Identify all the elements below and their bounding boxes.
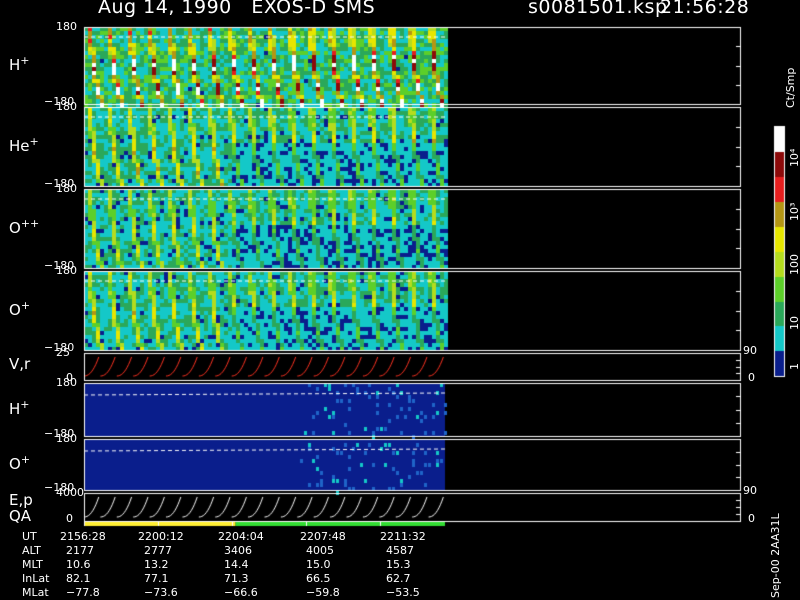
ephem-value: 2177 — [66, 544, 94, 557]
ephem-row-ut: UT 2156:28 2200:12 2204:04 2207:48 2211:32 — [0, 530, 470, 544]
ephem-label: MLat — [22, 586, 49, 599]
panel-ymax-7: 4000 — [56, 486, 84, 499]
spectrogram-canvas — [0, 0, 800, 600]
ephem-value: 82.1 — [66, 572, 91, 585]
panel-ymax-3: 180 — [56, 264, 77, 277]
ephem-value: 3406 — [224, 544, 252, 557]
ephem-value: 10.6 — [66, 558, 91, 571]
ephem-label: UT — [22, 530, 37, 543]
ephem-value: 77.1 — [144, 572, 169, 585]
ephem-label: ALT — [22, 544, 41, 557]
panel-label-0: H+ — [9, 53, 30, 74]
panel-ymax-2: 180 — [56, 182, 77, 195]
ephem-value: 4587 — [386, 544, 414, 557]
panel-label-6: O+ — [9, 452, 31, 473]
ephem-value: 15.3 — [386, 558, 411, 571]
ephem-value: 13.2 — [144, 558, 169, 571]
ephem-value: 2204:04 — [218, 530, 264, 543]
side-label: Sep-00 2AA31L — [769, 513, 782, 598]
panel-label-5: H+ — [9, 397, 30, 418]
ephem-value: 2211:32 — [380, 530, 426, 543]
panel-ymax-6: 180 — [56, 432, 77, 445]
panel-label-3: O+ — [9, 298, 31, 319]
colorbar-label-4: 1 — [788, 363, 800, 370]
ephem-value: 71.3 — [224, 572, 249, 585]
panel-ymax-5: 180 — [56, 376, 77, 389]
ephem-row-mlat: MLat −77.8 −73.6 −66.6 −59.8 −53.5 — [0, 586, 470, 600]
header-title: Aug 14, 1990 EXOS-D SMS — [98, 0, 376, 18]
ephem-row-mlt: MLT 10.6 13.2 14.4 15.0 15.3 — [0, 558, 470, 572]
ephem-value: 4005 — [306, 544, 334, 557]
panel-rmax-7: 90 — [743, 484, 757, 497]
ephem-value: 2156:28 — [60, 530, 106, 543]
ephem-value: −77.8 — [66, 586, 100, 599]
ephem-row-inlat: InLat 82.1 77.1 71.3 66.5 62.7 — [0, 572, 470, 586]
ephem-value: 2200:12 — [138, 530, 184, 543]
colorbar-label-1: 10³ — [788, 202, 800, 221]
ephem-label: MLT — [22, 558, 43, 571]
header-time: 21:56:28 — [660, 0, 750, 18]
ephem-value: 62.7 — [386, 572, 411, 585]
ephem-value: 15.0 — [306, 558, 331, 571]
ephem-value: −66.6 — [224, 586, 258, 599]
panel-ymin-7: 0 — [66, 512, 73, 525]
header-file: s0081501.ksp — [528, 0, 668, 18]
colorbar-unit: Ct/Smp — [784, 67, 797, 108]
ephem-value: −53.5 — [386, 586, 420, 599]
ephem-row-alt: ALT 2177 2777 3406 4005 4587 — [0, 544, 470, 558]
panel-rmin-7: 0 — [748, 512, 755, 525]
colorbar-label-2: 100 — [788, 254, 800, 276]
panel-label-7-qa: QA — [9, 507, 32, 525]
panel-ymax-0: 180 — [56, 20, 77, 33]
ephem-value: 2207:48 — [300, 530, 346, 543]
ephem-value: −59.8 — [306, 586, 340, 599]
panel-label-2: O++ — [9, 216, 40, 237]
panel-label-4: V,r — [9, 354, 31, 373]
ephem-value: 66.5 — [306, 572, 331, 585]
colorbar-label-0: 10⁴ — [788, 148, 800, 167]
panel-ymax-4: 25 — [56, 346, 70, 359]
ephem-label: InLat — [22, 572, 50, 585]
panel-label-1: He+ — [9, 134, 39, 155]
ephem-value: −73.6 — [144, 586, 178, 599]
colorbar-label-3: 10 — [788, 315, 800, 330]
panel-rmin-4: 0 — [748, 371, 755, 384]
panel-rmax-4: 90 — [743, 344, 757, 357]
panel-ymax-1: 180 — [56, 100, 77, 113]
ephem-value: 14.4 — [224, 558, 249, 571]
ephem-value: 2777 — [144, 544, 172, 557]
